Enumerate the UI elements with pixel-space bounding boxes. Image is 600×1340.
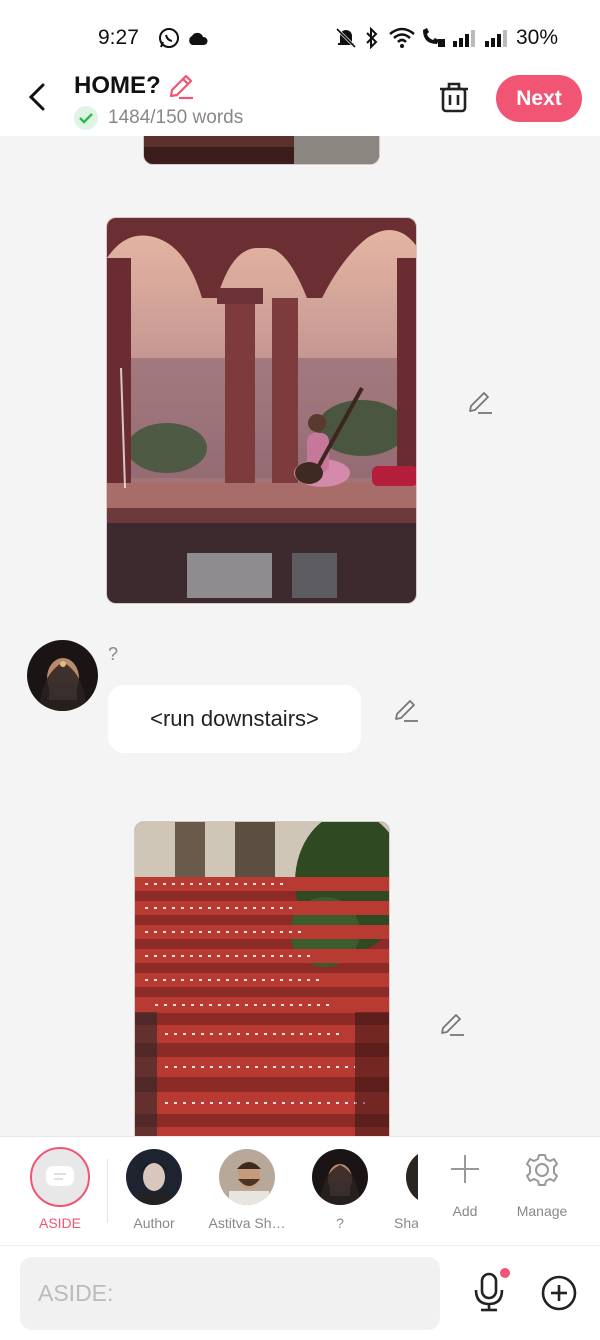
trash-icon (440, 82, 468, 113)
question-avatar (312, 1149, 368, 1205)
status-time: 9:27 (98, 26, 139, 49)
mute-bell-icon (336, 26, 356, 50)
manage-button[interactable]: Manage (497, 1137, 587, 1246)
wifi-icon (389, 26, 415, 50)
character-aside[interactable]: ASIDE (15, 1137, 105, 1246)
microphone-icon (474, 1268, 510, 1312)
cloud-icon (187, 26, 209, 50)
story-image-partial[interactable] (143, 136, 380, 165)
voice-input-button[interactable] (470, 1268, 510, 1314)
divider (107, 1159, 108, 1223)
battery-percent: 30% (515, 26, 558, 49)
message-input[interactable] (20, 1257, 440, 1330)
bluetooth-icon (364, 26, 380, 50)
word-count: 1484/150 words (74, 106, 243, 130)
character-sha[interactable]: Sha (388, 1137, 418, 1246)
status-bar: 9:27 30% (0, 0, 600, 66)
character-astitva[interactable]: Astitva Sh… (202, 1137, 292, 1246)
story-image-palace[interactable] (106, 217, 417, 604)
character-bar: ASIDE Author Astitva Sh… ? Sha Add Manag… (0, 1136, 600, 1245)
edit-title-icon[interactable] (167, 72, 195, 100)
gear-icon (524, 1152, 560, 1193)
character-label: Astitva Sh… (208, 1215, 286, 1231)
back-arrow-icon (28, 83, 45, 111)
next-button[interactable]: Next (496, 75, 582, 122)
edit-image-icon-1[interactable] (466, 389, 494, 417)
sha-avatar (406, 1149, 418, 1205)
speaker-avatar[interactable] (27, 640, 98, 711)
character-label: ASIDE (38, 1215, 81, 1231)
plus-icon (449, 1153, 481, 1190)
back-button[interactable] (20, 80, 54, 114)
astitva-avatar (219, 1149, 275, 1205)
message-bubble[interactable]: <run downstairs> (108, 685, 361, 753)
check-icon (74, 106, 98, 130)
character-question[interactable]: ? (295, 1137, 385, 1246)
chat-bubble-icon (46, 1166, 74, 1186)
signal-icon-2 (484, 26, 508, 50)
page-title[interactable]: HOME? (74, 72, 161, 100)
story-feed[interactable]: ? <run downstairs> (0, 136, 600, 1136)
signal-icon-1 (452, 26, 476, 50)
word-count-text: 1484/150 words (108, 107, 244, 128)
add-content-button[interactable] (540, 1274, 578, 1312)
edit-message-icon[interactable] (392, 697, 420, 725)
delete-button[interactable] (438, 80, 472, 116)
aside-avatar (30, 1147, 90, 1207)
plus-circle-icon (541, 1275, 577, 1311)
character-label: ? (336, 1215, 344, 1231)
character-label: Sha (394, 1215, 418, 1231)
whatsapp-icon (158, 26, 180, 50)
speaker-name: ? (108, 644, 119, 664)
edit-image-icon-2[interactable] (438, 1011, 466, 1039)
manage-label: Manage (516, 1203, 568, 1219)
character-label: Author (133, 1215, 175, 1231)
story-image-stairs[interactable] (134, 821, 390, 1136)
character-author[interactable]: Author (109, 1137, 199, 1246)
input-bar (0, 1245, 600, 1340)
header: HOME? 1484/150 words Next (0, 66, 600, 136)
wifi-call-icon (420, 26, 446, 50)
author-avatar (126, 1149, 182, 1205)
